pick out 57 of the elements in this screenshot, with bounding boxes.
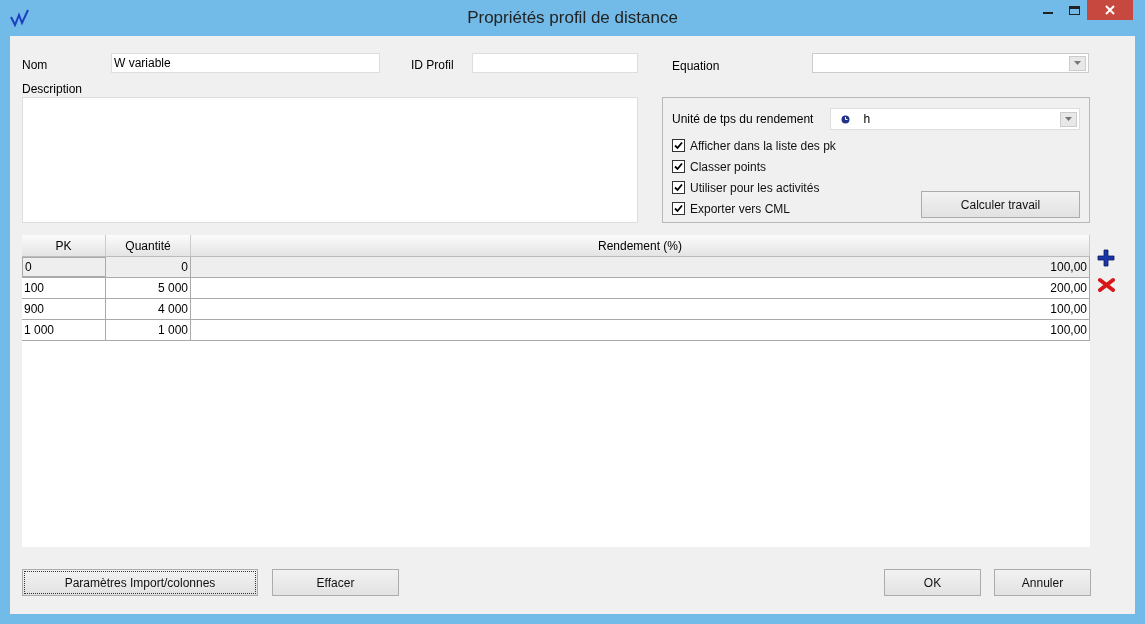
window-title: Propriétés profil de distance	[467, 7, 678, 30]
checkbox-label: Afficher dans la liste des pk	[690, 137, 836, 155]
table-row[interactable]: 100 5 000 200,00	[22, 278, 1090, 299]
checkbox[interactable]	[672, 181, 685, 194]
field-label: Nom	[22, 57, 49, 74]
checkmark-icon	[674, 183, 683, 192]
table-row[interactable]: 900 4 000 100,00	[22, 299, 1090, 320]
table-cell: 5 000	[106, 278, 191, 298]
delete-icon[interactable]	[1097, 277, 1115, 293]
caret-icon	[1074, 61, 1081, 65]
table-cell: 0	[22, 257, 106, 277]
ok-button[interactable]: OK	[884, 569, 981, 596]
app-logo-icon	[10, 9, 30, 27]
checkbox[interactable]	[672, 139, 685, 152]
add-icon[interactable]	[1097, 249, 1115, 267]
table-cell: 100,00	[191, 320, 1090, 340]
field-label: Description	[22, 81, 84, 97]
dropdown-value: h	[863, 111, 872, 128]
clear-button[interactable]: Effacer	[272, 569, 399, 596]
column-header[interactable]: Rendement (%)	[191, 235, 1090, 256]
checkbox[interactable]	[672, 202, 685, 215]
table-row[interactable]: 1 000 1 000 100,00	[22, 320, 1090, 341]
close-button[interactable]	[1087, 0, 1133, 20]
name-field[interactable]: W variable	[111, 53, 380, 73]
field-label: Equation	[672, 57, 721, 75]
caret-icon	[1065, 117, 1072, 121]
table-row[interactable]: 0 0 100,00	[22, 257, 1090, 278]
checkmark-icon	[674, 141, 683, 150]
clock-icon	[840, 114, 850, 124]
checkbox-label: Utiliser pour les activités	[690, 179, 820, 197]
table-cell: 4 000	[106, 299, 191, 319]
checkmark-icon	[674, 204, 683, 213]
field-label: ID Profil	[411, 57, 455, 74]
table-cell: 1 000	[22, 320, 106, 340]
dropdown-button[interactable]	[1069, 55, 1086, 71]
table-cell: 100	[22, 278, 106, 298]
option-label: Unité de tps du rendement	[672, 111, 815, 128]
table-cell: 900	[22, 299, 106, 319]
table-cell: 100,00	[191, 257, 1090, 277]
id-profile-field[interactable]	[472, 53, 638, 73]
checkbox[interactable]	[672, 160, 685, 173]
import-settings-button[interactable]: Paramètres Import/colonnes	[22, 569, 258, 596]
table-cell: 0	[106, 257, 191, 277]
table-cell: 1 000	[106, 320, 191, 340]
checkmark-icon	[674, 162, 683, 171]
column-header[interactable]: Quantité	[106, 235, 191, 256]
checkbox-label: Classer points	[690, 158, 767, 176]
checkbox-label: Exporter vers CML	[690, 200, 791, 218]
column-header[interactable]: PK	[22, 235, 106, 256]
close-icon	[1105, 5, 1115, 15]
dropdown-button[interactable]	[1060, 111, 1077, 127]
table-cell: 200,00	[191, 278, 1090, 298]
time-unit-dropdown[interactable]: h	[829, 108, 1080, 130]
description-field[interactable]	[22, 97, 638, 223]
table-cell: 100,00	[191, 299, 1090, 319]
cancel-button[interactable]: Annuler	[994, 569, 1091, 596]
calculate-button[interactable]: Calculer travail	[921, 191, 1080, 218]
